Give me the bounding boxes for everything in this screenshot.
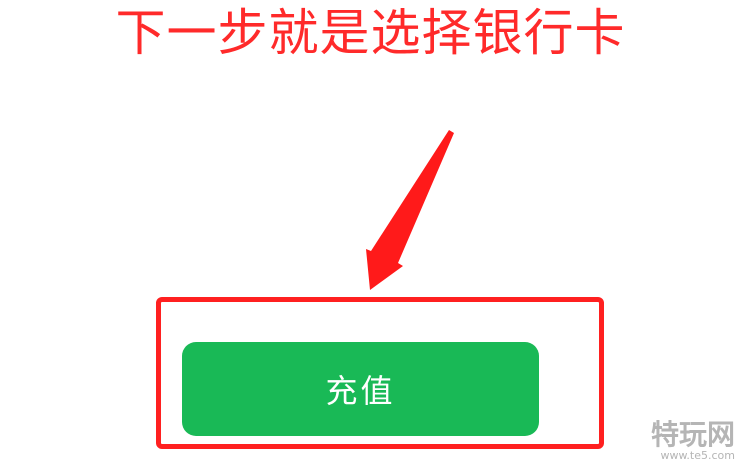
recharge-button-label: 充值 — [325, 372, 396, 410]
watermark: 特玩网 www.te5.com — [650, 418, 735, 462]
watermark-url: www.te5.com — [660, 449, 735, 462]
recharge-button[interactable]: 充值 — [182, 342, 539, 436]
watermark-brand: 特玩网 — [650, 418, 735, 451]
